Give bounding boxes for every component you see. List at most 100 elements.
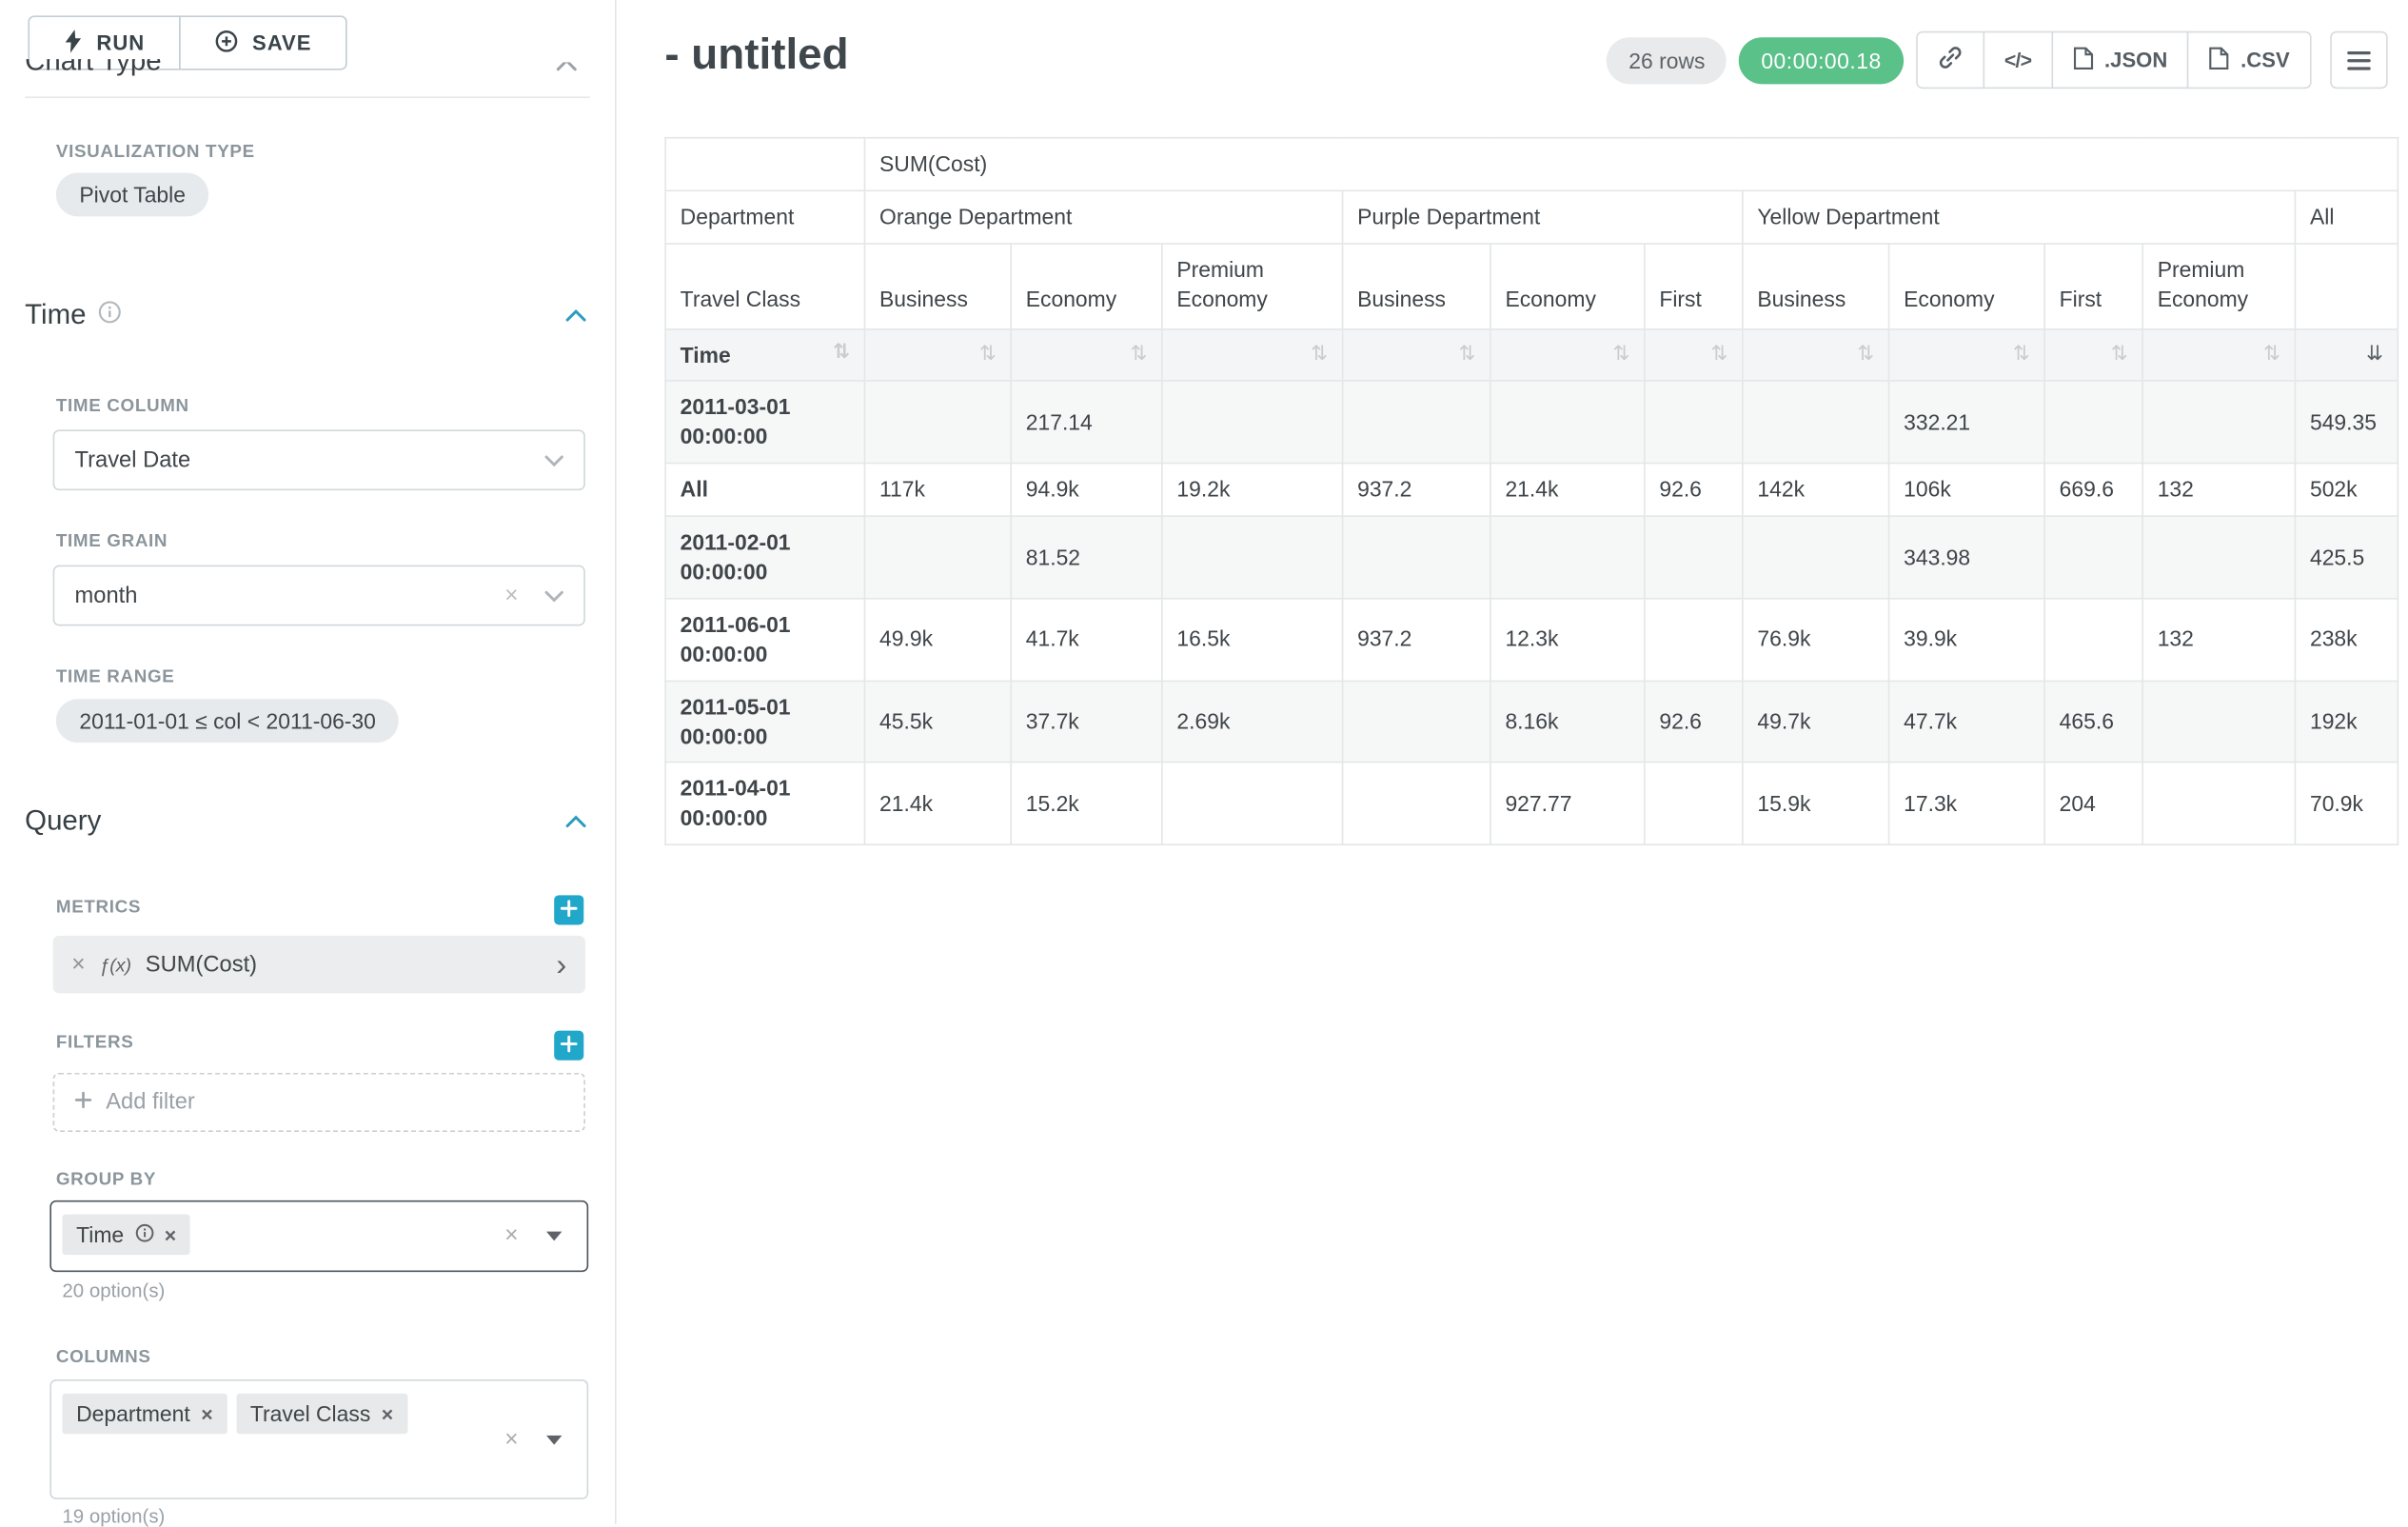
plus-icon	[561, 1031, 578, 1059]
sort-icon[interactable]: ⇅	[1459, 342, 1476, 368]
group-by-tag-time[interactable]: Time ×	[62, 1215, 189, 1256]
export-csv-button[interactable]: .CSV	[2188, 31, 2312, 89]
sort-icon[interactable]: ⇅	[979, 342, 997, 368]
export-json-button[interactable]: .JSON	[2051, 31, 2189, 89]
dropdown-caret-icon[interactable]	[546, 1436, 562, 1445]
view-query-button[interactable]: </>	[1983, 31, 2053, 89]
pivot-value-cell: 332.21	[1889, 382, 2045, 464]
sort-icon[interactable]: ⇅	[1130, 342, 1147, 368]
pivot-leaf-header: Economy	[1490, 244, 1645, 329]
result-toolbar: 26 rows 00:00:00.18 </> .JSON .	[1607, 31, 2387, 89]
code-icon: </>	[2004, 49, 2031, 72]
sort-icon[interactable]: ⇅	[833, 340, 850, 367]
time-column-select[interactable]: Travel Date	[53, 429, 585, 490]
metric-option-label: SUM(Cost)	[146, 952, 257, 977]
function-icon: ƒ(x)	[99, 954, 131, 976]
pivot-value-cell	[2044, 599, 2142, 681]
collapse-chevron-up-icon[interactable]	[565, 807, 587, 835]
remove-metric-icon[interactable]: ×	[71, 951, 85, 978]
chevron-up-icon[interactable]	[556, 62, 581, 71]
sort-icon[interactable]: ⇅	[2111, 342, 2128, 368]
remove-tag-icon[interactable]: ×	[165, 1223, 176, 1247]
pivot-value-cell: 47.7k	[1889, 681, 2045, 763]
sort-icon[interactable]: ⇅	[2263, 342, 2280, 368]
pivot-value-cell: 142k	[1743, 464, 1889, 516]
clear-icon[interactable]: ×	[504, 1426, 518, 1453]
pivot-value-cell	[1743, 516, 1889, 598]
more-options-button[interactable]	[2330, 31, 2388, 89]
chevron-down-icon	[544, 454, 563, 466]
pivot-value-cell	[2142, 382, 2295, 464]
clear-icon[interactable]: ×	[504, 583, 518, 609]
pivot-value-cell: 2.69k	[1162, 681, 1343, 763]
visualization-type-pill[interactable]: Pivot Table	[56, 173, 209, 217]
expand-caret-icon[interactable]: ›	[556, 949, 566, 981]
sort-icon[interactable]: ⇅	[2013, 342, 2030, 368]
time-range-pill[interactable]: 2011-01-01 ≤ col < 2011-06-30	[56, 699, 400, 743]
pivot-value-cell: 17.3k	[1889, 763, 2045, 844]
pivot-value-cell: 21.4k	[1490, 464, 1645, 516]
pivot-sort-header: Time⇅	[665, 328, 864, 381]
group-by-select[interactable]: Time × ×	[49, 1200, 588, 1272]
group-by-label: GROUP BY	[56, 1171, 156, 1190]
pivot-leaf-header: Business	[864, 244, 1011, 329]
pivot-row: 2011-03-01 00:00:00217.14332.21549.35	[665, 382, 2398, 464]
control-panel: RUN SAVE Chart Type VISUALIZATION TYPE P…	[0, 0, 617, 1524]
chart-title[interactable]: - untitled	[664, 30, 848, 79]
query-section-title: Query	[25, 805, 101, 838]
columns-tag-department[interactable]: Department ×	[62, 1394, 227, 1435]
clear-icon[interactable]: ×	[504, 1222, 518, 1249]
pivot-row: 2011-04-01 00:00:0021.4k15.2k927.7715.9k…	[665, 763, 2398, 844]
pivot-value-cell: 41.7k	[1011, 599, 1162, 681]
plus-circle-icon	[215, 29, 239, 56]
file-download-icon	[2073, 46, 2093, 73]
dropdown-caret-icon[interactable]	[546, 1232, 562, 1241]
pivot-leaf-header: Economy	[1011, 244, 1162, 329]
remove-tag-icon[interactable]: ×	[382, 1402, 393, 1426]
time-range-label: TIME RANGE	[56, 668, 175, 687]
collapse-chevron-up-icon[interactable]	[565, 301, 587, 328]
pivot-row: 2011-02-01 00:00:0081.52343.98425.5	[665, 516, 2398, 598]
pivot-value-cell: 204	[2044, 763, 2142, 844]
pivot-value-cell: 106k	[1889, 464, 2045, 516]
pivot-value-cell: 15.2k	[1011, 763, 1162, 844]
columns-tag-travel-class[interactable]: Travel Class ×	[236, 1394, 407, 1435]
pivot-leaf-header: Business	[1743, 244, 1889, 329]
info-icon[interactable]	[99, 300, 123, 331]
plus-icon	[561, 896, 578, 923]
group-by-tag-label: Time	[76, 1222, 124, 1247]
pivot-value-cell: 117k	[864, 464, 1011, 516]
pivot-value-cell: 132	[2142, 599, 2295, 681]
sort-desc-icon[interactable]: ⇊	[2366, 342, 2383, 368]
pivot-value-cell	[1490, 382, 1645, 464]
metrics-label: METRICS	[56, 899, 141, 918]
explore-view: RUN SAVE Chart Type VISUALIZATION TYPE P…	[0, 0, 2408, 1524]
divider	[25, 96, 590, 98]
add-filter-plus-button[interactable]	[554, 1031, 583, 1061]
pivot-value-cell	[864, 382, 1011, 464]
column-info-icon	[135, 1222, 154, 1247]
sort-icon[interactable]: ⇅	[1612, 342, 1629, 368]
pivot-row: All117k94.9k19.2k937.221.4k92.6142k106k6…	[665, 464, 2398, 516]
pivot-value-cell	[2142, 516, 2295, 598]
columns-select[interactable]: Department × Travel Class × ×	[49, 1379, 588, 1499]
pivot-sort-cell: ⇅	[1889, 328, 2045, 381]
sort-icon[interactable]: ⇅	[1311, 342, 1328, 368]
remove-tag-icon[interactable]: ×	[201, 1402, 212, 1426]
pivot-value-cell: 76.9k	[1743, 599, 1889, 681]
pivot-value-cell: 343.98	[1889, 516, 2045, 598]
add-metric-button[interactable]	[554, 895, 583, 924]
pivot-value-cell	[1162, 763, 1343, 844]
pivot-value-cell	[1645, 599, 1743, 681]
copy-link-button[interactable]	[1916, 31, 1984, 89]
pivot-value-cell	[2044, 516, 2142, 598]
pivot-value-cell: 94.9k	[1011, 464, 1162, 516]
sort-icon[interactable]: ⇅	[1710, 342, 1727, 368]
add-filter-dropzone[interactable]: Add filter	[53, 1073, 585, 1132]
pivot-value-cell: 81.52	[1011, 516, 1162, 598]
sort-icon[interactable]: ⇅	[1857, 342, 1874, 368]
export-button-group: </> .JSON .CSV	[1916, 31, 2312, 89]
time-grain-select[interactable]: month ×	[53, 565, 585, 626]
pivot-value-cell: 465.6	[2044, 681, 2142, 763]
metric-option[interactable]: × ƒ(x) SUM(Cost) ›	[53, 936, 585, 994]
